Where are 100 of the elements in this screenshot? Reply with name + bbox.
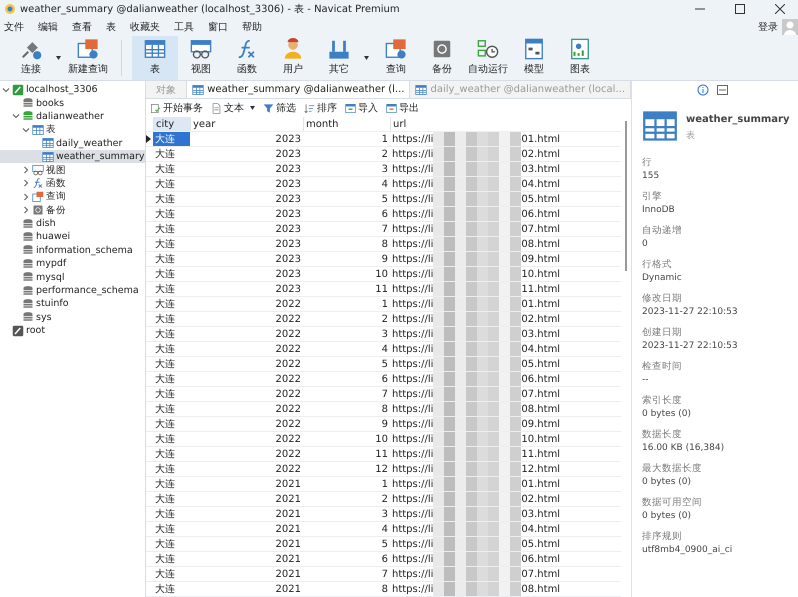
table-cell-text: 2022 (274, 328, 302, 341)
action-button[interactable]: 导入 (345, 101, 378, 115)
table-cell-text: 大连 (154, 298, 176, 311)
menu-item[interactable]: 文件 (4, 20, 24, 34)
toolbar-button[interactable]: 表 (132, 36, 178, 80)
url-text: https://li (392, 224, 434, 234)
tree-item[interactable]: performance_schema (0, 284, 145, 298)
toolbar-button[interactable]: 图表 (557, 36, 603, 80)
url-text: 08.html (521, 584, 560, 594)
tree-item[interactable]: mypdf (0, 257, 145, 270)
tree-item[interactable]: root (0, 324, 145, 338)
url-text: https://li (392, 284, 434, 294)
column-header[interactable]: year (190, 117, 303, 131)
toolbar-button[interactable]: 视图 (178, 36, 224, 80)
tree-item[interactable]: sys (0, 310, 145, 324)
toolbar-button[interactable]: 自动运行 (465, 36, 511, 80)
tree-item[interactable]: dish (0, 216, 145, 230)
column-header[interactable]: url (390, 117, 621, 131)
table-cell-text: 8 (380, 238, 389, 251)
table-cell-text: 大连 (154, 522, 176, 536)
tab[interactable]: weather_summary @dalianweather (l... (187, 81, 410, 98)
table-cell-text: 大连 (154, 268, 176, 281)
toolbar-button[interactable]: 连接 (8, 36, 65, 80)
column-header[interactable]: city (153, 117, 190, 131)
tree-item[interactable]: 表 (0, 123, 145, 137)
tree-item[interactable]: daily_weather (0, 136, 145, 150)
table-cell-text: 2023 (274, 192, 302, 206)
url-text: 08.html (521, 404, 560, 414)
toolbar-button[interactable]: 用户 (270, 36, 316, 80)
table-cell-text: 1 (380, 478, 389, 491)
sort-icon (304, 102, 315, 114)
table-cell-text: 大连 (154, 312, 176, 326)
info-icon[interactable] (696, 84, 708, 96)
database-icon (22, 298, 34, 310)
action-button[interactable]: 排序 (304, 101, 337, 115)
table-cell-text: 大连 (154, 342, 176, 356)
table-cell-text: 大连 (154, 192, 176, 206)
property-label: 自动递增 (642, 224, 683, 237)
menu-item[interactable]: 表 (106, 20, 116, 34)
url-text: https://li (392, 134, 434, 144)
database-icon (22, 258, 34, 270)
server-icon (12, 84, 24, 96)
tree-item[interactable]: 函数 (0, 176, 145, 190)
tree-item[interactable]: 查询 (0, 190, 145, 204)
tree-item[interactable]: dalianweather (0, 110, 145, 124)
action-button[interactable]: 导出 (386, 101, 419, 115)
action-button[interactable]: 开始事务 (150, 101, 203, 115)
tree-item[interactable]: mysql (0, 270, 145, 284)
table-cell-text: 5 (380, 358, 389, 371)
column-header[interactable]: month (303, 117, 390, 131)
tree-item[interactable]: stuinfo (0, 297, 145, 311)
table-cell-text: 5 (380, 192, 389, 206)
menu-item[interactable]: 编辑 (38, 20, 58, 34)
table-cell-text: 大连 (154, 568, 176, 581)
table-cell-text: 大连 (154, 418, 176, 431)
menu-item[interactable]: 窗口 (208, 20, 228, 34)
tree-item[interactable]: information_schema (0, 244, 145, 258)
tree-item[interactable]: localhost_3306 (0, 83, 145, 96)
table-icon (42, 150, 54, 163)
table-cell-text: 2023 (274, 252, 302, 266)
url-text: 01.html (521, 298, 560, 310)
table-cell-text: 7 (380, 568, 389, 581)
toolbar-button[interactable]: 函数 (224, 36, 270, 80)
tree-item[interactable]: books (0, 96, 145, 110)
url-text: https://li (392, 524, 434, 534)
tree-item[interactable]: 备份 (0, 204, 145, 217)
database-icon (22, 284, 34, 297)
action-button[interactable]: 筛选 (263, 101, 296, 115)
table-cell-text: 10 (374, 268, 389, 281)
toolbar-button[interactable]: 备份 (419, 36, 465, 80)
scrollbar[interactable] (625, 121, 627, 271)
toolbar-button[interactable]: 其它 (316, 36, 373, 80)
toolbar-button[interactable]: 模型 (511, 36, 557, 80)
menu-item[interactable]: 收藏夹 (130, 20, 160, 34)
table-cell-text: 11 (374, 448, 389, 461)
view-icon (32, 164, 44, 176)
action-button[interactable]: 文本 (211, 101, 255, 115)
menu-item[interactable]: 查看 (72, 20, 92, 34)
menu-item[interactable]: 工具 (174, 20, 194, 34)
table-cell-text: 大连 (154, 372, 176, 386)
property-value: 0 (642, 239, 649, 249)
toolbar-button[interactable]: 查询 (373, 36, 419, 80)
table-cell-text: 7 (380, 388, 389, 401)
menu-item[interactable]: 帮助 (242, 20, 262, 34)
table-cell-text: 2021 (274, 538, 302, 551)
table-icon (32, 124, 44, 136)
url-text: https://li (392, 148, 434, 160)
tree-item[interactable]: huawei (0, 230, 145, 244)
table-cell-text: 大连 (154, 162, 176, 176)
tree-item[interactable]: weather_summary (0, 150, 145, 164)
table-cell-text: 大连 (154, 222, 176, 236)
tree-item[interactable]: 视图 (0, 163, 145, 177)
toolbar-button[interactable]: 新建查询 (65, 36, 111, 80)
table-cell-text: 2022 (274, 462, 302, 476)
login-link[interactable]: 登录 (758, 20, 778, 34)
backup-icon (431, 38, 453, 60)
table-cell-text: 8 (380, 402, 389, 416)
url-text: https://li (392, 494, 434, 504)
table-cell-text: 6 (380, 552, 389, 566)
url-text: https://li (392, 164, 434, 174)
